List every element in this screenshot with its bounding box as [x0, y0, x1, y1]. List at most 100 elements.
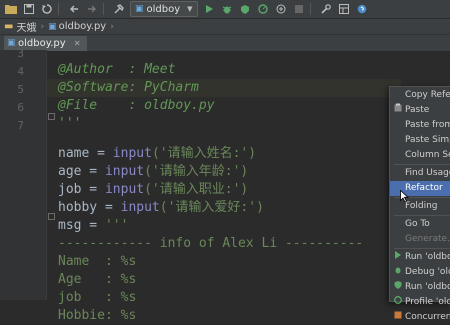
menu-item-column-selection[interactable]: Column Selection Mode — [390, 148, 450, 163]
profile-icon[interactable] — [256, 2, 270, 16]
code-token: ('请输入爱好:') — [159, 200, 264, 215]
menu-item-run-coverage[interactable]: Run 'oldboy' with Coverage — [390, 280, 450, 295]
run-configuration-dropdown[interactable]: ▣ oldboy ▼ — [130, 1, 198, 17]
code-line[interactable]: hobby = input('请输入爱好:') — [58, 199, 264, 217]
code-token: input — [112, 146, 152, 161]
save-icon[interactable] — [22, 2, 36, 16]
code-line[interactable]: @Author : Meet — [58, 61, 175, 79]
close-icon[interactable]: ✕ — [74, 39, 81, 48]
main-toolbar: ▣ oldboy ▼ — [0, 0, 450, 19]
project-structure-icon[interactable] — [337, 2, 351, 16]
line-number: 5 — [17, 83, 24, 96]
menu-item-label: Refactor — [405, 183, 443, 193]
code-line-current[interactable]: @Software: PyCharm — [47, 79, 401, 97]
code-line[interactable]: ''' — [58, 115, 81, 133]
menu-separator — [394, 215, 450, 216]
profile-icon — [393, 295, 403, 310]
code-token: job = — [58, 182, 105, 197]
python-file-icon: ▣ — [135, 4, 144, 14]
menu-item-refactor[interactable]: Refactor — [390, 181, 450, 196]
menu-item-paste-from-history[interactable]: Paste from History... — [390, 118, 450, 133]
forward-arrow-icon[interactable] — [85, 2, 99, 16]
concurrency-icon — [393, 310, 403, 325]
build-hammer-icon[interactable] — [112, 2, 126, 16]
menu-item-label: Folding — [405, 201, 438, 211]
stop-icon[interactable] — [292, 2, 306, 16]
line-number-gutter: 3 4 5 6 7 — [0, 47, 47, 300]
menu-item-label: Profile 'oldboy' — [405, 297, 450, 307]
menu-item-find-usages[interactable]: Find Usages — [390, 166, 450, 181]
breadcrumb-separator-icon: › — [110, 21, 114, 32]
code-token: input — [120, 200, 160, 215]
line-number: 7 — [17, 119, 24, 132]
menu-item-label: Paste from History... — [405, 120, 450, 130]
debug-icon — [393, 265, 403, 280]
menu-item-paste[interactable]: Paste — [390, 103, 450, 118]
folder-open-icon[interactable] — [4, 2, 18, 16]
run-configuration-label: oldboy — [146, 3, 181, 15]
code-line[interactable]: Name : %s — [58, 253, 136, 271]
menu-item-label: Run 'oldboy' — [405, 252, 450, 262]
menu-item-go-to[interactable]: Go To — [390, 217, 450, 232]
menu-item-label: Debug 'oldboy' — [405, 267, 450, 277]
code-line[interactable]: @File : oldboy.py — [58, 97, 215, 115]
menu-item-label: Paste — [405, 105, 430, 115]
menu-item-folding[interactable]: Folding — [390, 199, 450, 214]
breadcrumb-folder[interactable]: 天娥 — [16, 19, 36, 34]
toolbar-divider — [309, 3, 311, 15]
menu-item-label: Paste Simple — [405, 135, 450, 145]
line-number: 4 — [17, 65, 24, 78]
code-token: input — [104, 164, 145, 179]
python-file-icon: ▣ — [48, 21, 57, 32]
code-line[interactable]: Age : %s — [58, 271, 136, 289]
menu-item-label: Find Usages — [405, 168, 450, 178]
breadcrumb: ▬ 天娥 › ▣ oldboy.py › — [0, 19, 450, 34]
editor-context-menu: Copy Reference Paste Paste from History.… — [389, 86, 450, 322]
menu-item-concurrency-diagram[interactable]: Concurrency Diagram — [390, 310, 450, 325]
help-icon[interactable] — [355, 2, 369, 16]
coverage-icon[interactable] — [238, 2, 252, 16]
line-number: 6 — [17, 101, 24, 114]
code-token: input — [104, 182, 145, 197]
code-line[interactable]: job = input('请输入职业:') — [58, 181, 248, 199]
menu-item-run[interactable]: Run 'oldboy' — [390, 250, 450, 265]
breadcrumb-file[interactable]: oldboy.py — [59, 21, 107, 32]
toolbar-divider — [103, 3, 104, 15]
menu-separator — [394, 164, 450, 165]
menu-item-generate: Generate... — [390, 232, 450, 247]
code-line[interactable]: name = input('请输入姓名:') — [58, 145, 256, 163]
menu-item-debug[interactable]: Debug 'oldboy' — [390, 265, 450, 280]
code-line[interactable]: ------------ info of Alex Li ---------- — [58, 235, 363, 253]
code-line[interactable]: Hobbie: %s — [58, 307, 136, 325]
paste-icon — [393, 103, 403, 118]
menu-item-label: Concurrency Diagram — [405, 312, 450, 322]
menu-separator — [394, 248, 450, 249]
editor-tab-bar: ▣ oldboy.py ✕ — [0, 34, 450, 51]
back-arrow-icon[interactable] — [67, 2, 81, 16]
concurrency-icon[interactable] — [274, 2, 288, 16]
mouse-cursor-icon — [400, 190, 409, 203]
code-token: ('请输入年龄:') — [144, 164, 249, 179]
code-token: ('请输入姓名:') — [151, 146, 257, 161]
chevron-down-icon: ▼ — [187, 5, 193, 13]
code-token: age = — [58, 164, 105, 179]
tab-label: oldboy.py — [18, 38, 66, 49]
menu-item-profile[interactable]: Profile 'oldboy' — [390, 295, 450, 310]
code-line[interactable]: job : %s — [58, 289, 136, 307]
menu-item-paste-simple[interactable]: Paste Simple — [390, 133, 450, 148]
menu-item-label: Go To — [405, 219, 430, 229]
menu-item-label: Copy Reference — [405, 90, 450, 100]
code-token: msg = — [58, 218, 105, 233]
menu-item-label: Run 'oldboy' with Coverage — [405, 282, 450, 292]
debug-icon[interactable] — [220, 2, 234, 16]
sync-icon[interactable] — [40, 2, 54, 16]
settings-wrench-icon[interactable] — [319, 2, 333, 16]
code-line[interactable]: age = input('请输入年龄:') — [58, 163, 248, 181]
run-icon[interactable] — [202, 2, 216, 16]
menu-item-label: Column Selection Mode — [405, 150, 450, 160]
fold-marker-icon[interactable] — [48, 213, 55, 220]
code-line[interactable]: msg = ''' — [58, 217, 128, 235]
fold-marker-icon[interactable] — [48, 113, 55, 120]
code-token: name = — [58, 146, 113, 161]
menu-item-copy-reference[interactable]: Copy Reference — [390, 88, 450, 103]
